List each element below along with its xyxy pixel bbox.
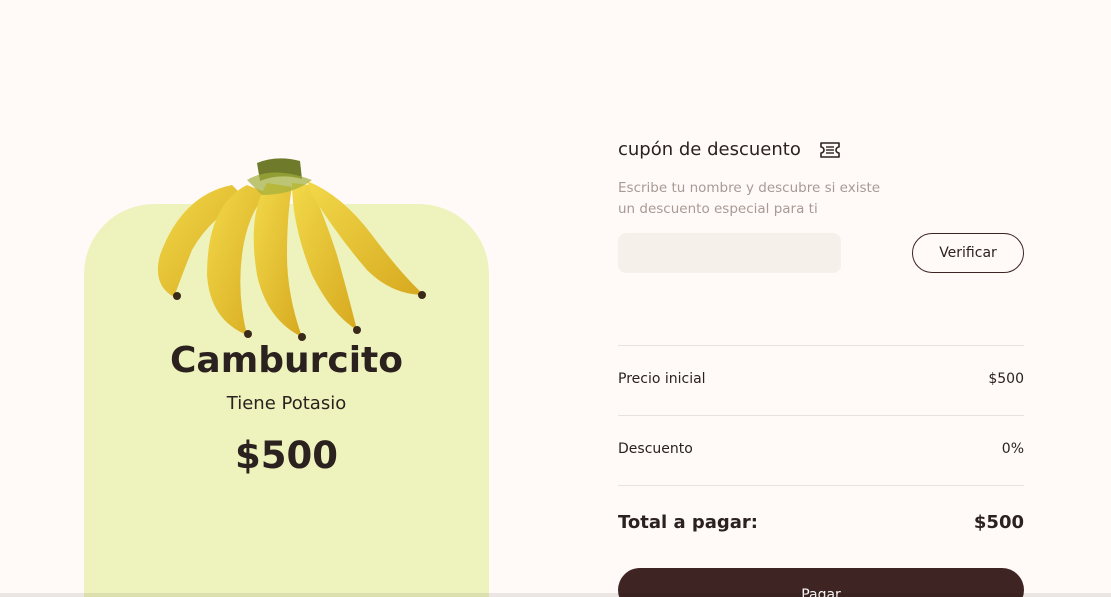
divider [618, 485, 1024, 486]
product-price: $500 [235, 434, 338, 477]
coupon-description: Escribe tu nombre y descubre si existe u… [618, 180, 881, 217]
coupon-title: cupón de descuento [618, 139, 801, 160]
divider [618, 415, 1024, 416]
coupon-name-input[interactable] [618, 233, 841, 273]
total-value: $500 [973, 512, 1024, 533]
verify-button[interactable]: Verificar [912, 233, 1024, 273]
divider [618, 345, 1024, 346]
banana-image [157, 158, 426, 341]
total-label: Total a pagar: [618, 512, 758, 533]
product-subtitle: Tiene Potasio [226, 393, 347, 414]
product-name: Camburcito [170, 340, 403, 381]
discount-value: 0% [1001, 441, 1024, 457]
discount-label: Descuento [618, 441, 693, 457]
bottom-edge [0, 593, 1111, 597]
initial-price-value: $500 [988, 371, 1024, 387]
initial-price-label: Precio inicial [618, 371, 706, 387]
ticket-icon [820, 142, 840, 158]
